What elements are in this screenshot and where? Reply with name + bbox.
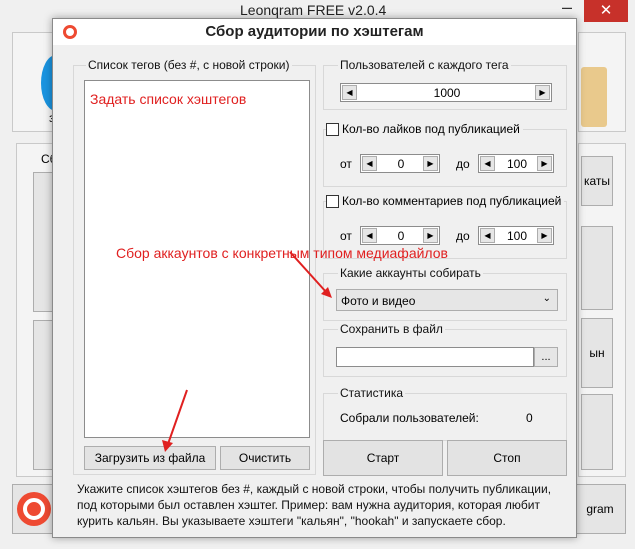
annotation-arrows [162, 251, 332, 452]
arrow-to-load-button [162, 389, 188, 452]
arrow-to-account-type [289, 251, 332, 298]
